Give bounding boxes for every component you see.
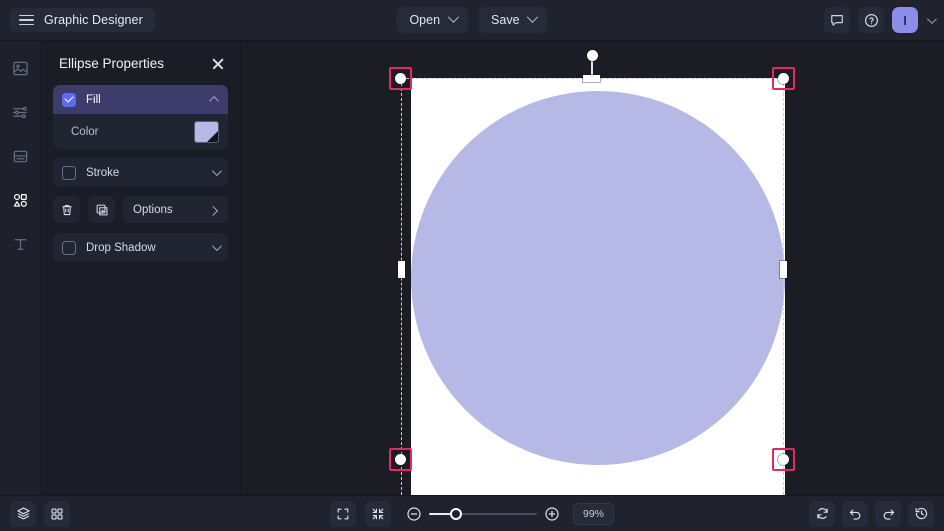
chevron-down-icon [447, 11, 459, 23]
color-row: Color [53, 114, 228, 149]
duplicate-button[interactable] [88, 196, 115, 223]
adjustments-icon [12, 106, 27, 118]
shapes-icon [13, 193, 27, 207]
drop-shadow-checkbox[interactable] [62, 240, 76, 255]
chevron-up-icon[interactable] [209, 95, 220, 106]
zoom-controls: 99% [329, 500, 615, 527]
zoom-out-icon[interactable] [406, 506, 422, 522]
handle-bottom-left[interactable] [395, 454, 406, 465]
open-button-label: Open [409, 13, 441, 27]
color-swatch[interactable] [194, 120, 219, 143]
sidebar-item-layout[interactable] [5, 141, 35, 171]
panel-header: Ellipse Properties [53, 41, 228, 85]
handle-bottom-right[interactable] [778, 454, 789, 465]
fit-to-screen-icon [372, 508, 384, 519]
comment-button[interactable] [824, 7, 850, 33]
zoom-slider-group: 99% [406, 502, 615, 525]
duplicate-icon [96, 204, 107, 215]
open-button[interactable]: Open [396, 7, 469, 33]
sidebar-item-shapes[interactable] [5, 185, 35, 215]
color-label: Color [71, 125, 99, 138]
stroke-checkbox[interactable] [62, 165, 76, 180]
stroke-row[interactable]: Stroke [53, 158, 228, 187]
chevron-down-icon[interactable] [211, 166, 222, 177]
tool-rail [0, 41, 41, 495]
trash-icon [61, 204, 72, 215]
app-title: Graphic Designer [44, 13, 143, 27]
fullscreen-icon [337, 508, 349, 519]
stroke-label: Stroke [86, 166, 120, 179]
fit-to-screen-button[interactable] [364, 500, 391, 527]
chevron-down-icon[interactable] [926, 13, 937, 24]
layers-button[interactable] [10, 500, 36, 527]
top-bar: Graphic Designer Open Save I [0, 0, 944, 41]
zoom-value[interactable]: 99% [572, 502, 615, 525]
undo-icon [849, 509, 860, 520]
history-button[interactable] [908, 500, 934, 527]
ellipse-shape[interactable] [411, 91, 785, 465]
sidebar-item-image[interactable] [5, 53, 35, 83]
layout-icon [13, 150, 27, 162]
layers-icon [16, 507, 30, 520]
rotate-handle[interactable] [586, 50, 598, 61]
refresh-icon [816, 508, 828, 519]
bottom-bar: 99% [0, 495, 944, 531]
history-controls [809, 500, 934, 527]
zoom-slider[interactable] [428, 507, 537, 521]
sidebar-item-text[interactable] [5, 229, 35, 259]
fill-label: Fill [86, 93, 101, 106]
history-icon [915, 507, 927, 520]
slider-knob[interactable] [449, 507, 462, 520]
save-button[interactable]: Save [478, 7, 548, 33]
options-label: Options [133, 203, 173, 216]
chevron-down-icon[interactable] [211, 241, 222, 252]
delete-button[interactable] [53, 196, 80, 223]
shape-actions: Options [53, 196, 228, 223]
properties-panel: Ellipse Properties Fill Color Stroke Opt… [41, 41, 241, 495]
close-icon[interactable] [210, 55, 226, 71]
redo-icon [883, 509, 894, 520]
hamburger-icon [19, 14, 34, 26]
zoom-in-icon[interactable] [544, 506, 560, 522]
handle-top-left[interactable] [395, 73, 406, 84]
drop-shadow-group: Drop Shadow [53, 233, 228, 262]
drop-shadow-label: Drop Shadow [86, 241, 156, 254]
stroke-group: Stroke [53, 158, 228, 187]
avatar[interactable]: I [892, 7, 918, 33]
drop-shadow-row[interactable]: Drop Shadow [53, 233, 228, 262]
page-title: Ellipse Properties [59, 55, 165, 71]
fill-group: Fill Color [53, 85, 228, 149]
handle-top-center[interactable] [583, 74, 600, 82]
options-button[interactable]: Options [123, 196, 228, 223]
image-icon [12, 61, 28, 75]
fullscreen-button[interactable] [329, 500, 356, 527]
save-button-label: Save [491, 13, 520, 27]
undo-button[interactable] [842, 500, 868, 527]
fill-checkbox[interactable] [62, 92, 76, 107]
sidebar-item-adjust[interactable] [5, 97, 35, 127]
fill-row[interactable]: Fill [53, 85, 228, 114]
file-actions: Open Save [396, 7, 548, 33]
app-menu-button[interactable]: Graphic Designer [10, 8, 155, 32]
redo-button[interactable] [875, 500, 901, 527]
chevron-down-icon [526, 11, 539, 23]
help-button[interactable] [858, 7, 884, 33]
top-bar-right: I [824, 7, 937, 33]
app-root: Graphic Designer Open Save I Ellipse Pro… [0, 0, 944, 531]
help-circle-icon [864, 13, 878, 27]
canvas[interactable] [241, 41, 944, 495]
refresh-button[interactable] [809, 500, 835, 527]
main-body: Ellipse Properties Fill Color Stroke Opt… [0, 41, 944, 495]
comment-icon [831, 15, 843, 26]
handle-left-middle[interactable] [397, 261, 405, 278]
grid-button[interactable] [44, 500, 70, 527]
grid-icon [51, 507, 63, 520]
handle-top-right[interactable] [778, 73, 789, 84]
text-icon [14, 238, 26, 250]
swatch-corner-icon [207, 130, 218, 142]
handle-right-middle[interactable] [780, 261, 787, 278]
